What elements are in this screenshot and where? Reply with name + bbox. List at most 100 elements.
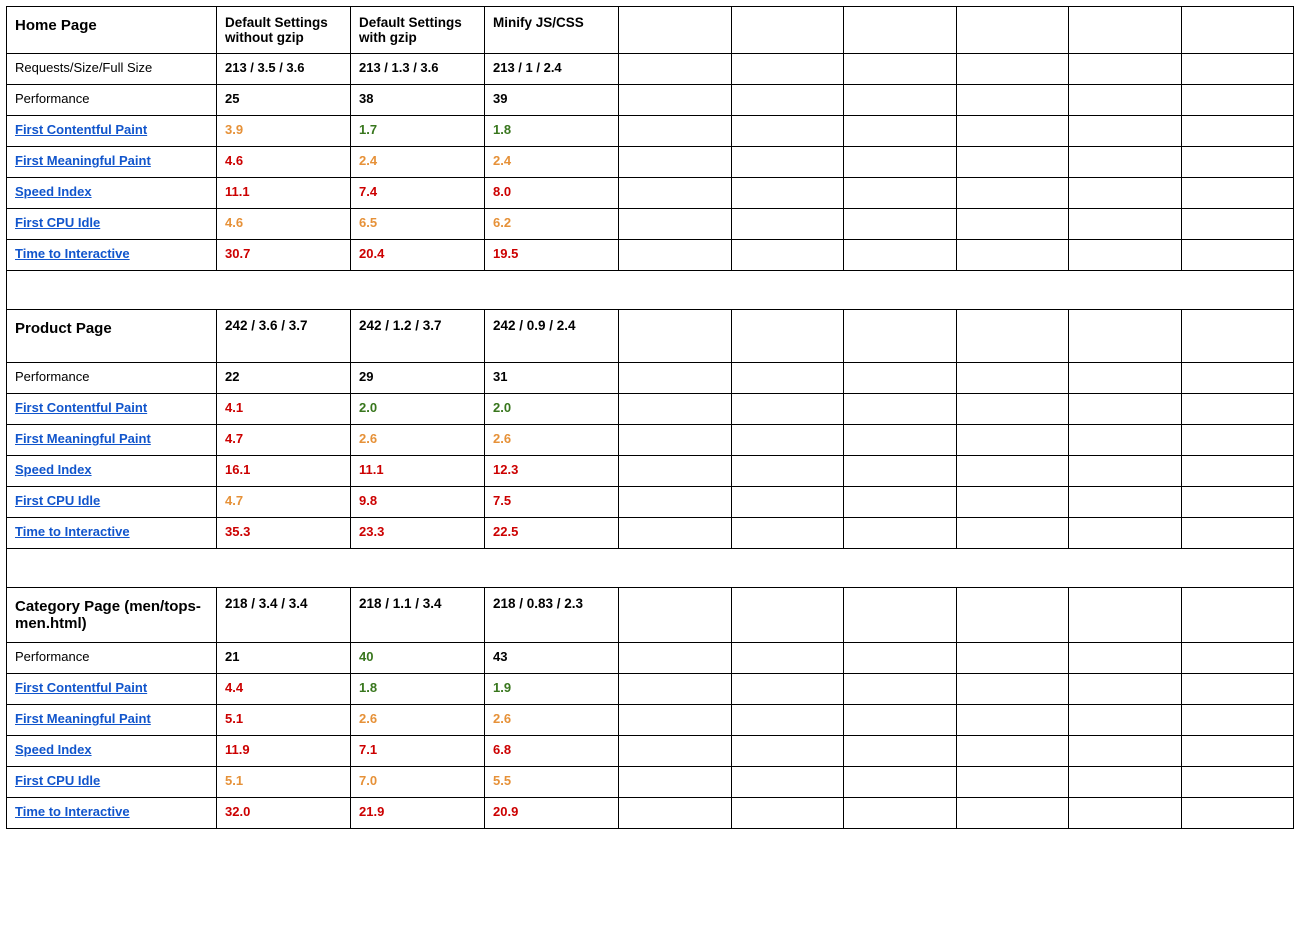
empty-cell <box>844 705 957 736</box>
requests-value: 242 / 0.9 / 2.4 <box>493 318 576 333</box>
empty-cell <box>731 209 844 240</box>
metric-value-cell: 43 <box>485 643 619 674</box>
empty-cell <box>844 209 957 240</box>
metric-row: First Meaningful Paint4.62.42.4 <box>7 147 1294 178</box>
metric-value: 39 <box>493 91 507 106</box>
empty-cell <box>1181 54 1294 85</box>
metric-link[interactable]: First Meaningful Paint <box>15 153 151 168</box>
requests-value: 213 / 1.3 / 3.6 <box>359 60 439 75</box>
metric-value: 29 <box>359 369 373 384</box>
metric-value-cell: 25 <box>217 85 351 116</box>
empty-cell <box>1069 456 1182 487</box>
metric-link[interactable]: Time to Interactive <box>15 804 130 819</box>
metric-value: 9.8 <box>359 493 377 508</box>
empty-cell <box>619 456 732 487</box>
metric-value: 4.4 <box>225 680 243 695</box>
section-title-text: Product Page <box>15 320 112 337</box>
empty-cell <box>1181 767 1294 798</box>
column-header-text: Default Settings with gzip <box>359 15 462 45</box>
spacer-row <box>7 549 1294 588</box>
metric-value: 2.4 <box>359 153 377 168</box>
metric-value-cell: 2.0 <box>351 394 485 425</box>
metric-link[interactable]: First Meaningful Paint <box>15 711 151 726</box>
metric-label-cell: Speed Index <box>7 736 217 767</box>
empty-cell <box>731 240 844 271</box>
metric-value-cell: 2.6 <box>485 425 619 456</box>
metric-value-cell: 11.1 <box>217 178 351 209</box>
metric-value-cell: 4.7 <box>217 487 351 518</box>
metric-link[interactable]: First CPU Idle <box>15 773 100 788</box>
metric-link[interactable]: First Contentful Paint <box>15 400 147 415</box>
performance-row: Performance253839 <box>7 85 1294 116</box>
requests-value: 218 / 1.1 / 3.4 <box>359 596 442 611</box>
metric-value: 4.7 <box>225 493 243 508</box>
metric-link[interactable]: First Contentful Paint <box>15 680 147 695</box>
empty-cell <box>1069 705 1182 736</box>
empty-cell <box>1069 310 1182 363</box>
metric-label-cell: First CPU Idle <box>7 487 217 518</box>
empty-cell <box>844 7 957 54</box>
metric-label-cell: First CPU Idle <box>7 767 217 798</box>
metric-link[interactable]: First Meaningful Paint <box>15 431 151 446</box>
requests-cell: 213 / 1.3 / 3.6 <box>351 54 485 85</box>
metric-link[interactable]: Speed Index <box>15 742 92 757</box>
metric-value: 4.1 <box>225 400 243 415</box>
metric-value: 8.0 <box>493 184 511 199</box>
metric-value: 3.9 <box>225 122 243 137</box>
empty-cell <box>844 425 957 456</box>
metric-link[interactable]: Speed Index <box>15 462 92 477</box>
metric-link[interactable]: Time to Interactive <box>15 524 130 539</box>
empty-cell <box>731 425 844 456</box>
metric-value: 2.6 <box>493 711 511 726</box>
section-header-row: Category Page (men/tops-men.html)218 / 3… <box>7 588 1294 643</box>
metric-value-cell: 35.3 <box>217 518 351 549</box>
metric-value: 1.8 <box>359 680 377 695</box>
metric-row: Speed Index16.111.112.3 <box>7 456 1294 487</box>
empty-cell <box>1181 643 1294 674</box>
metric-value: 11.1 <box>359 462 384 477</box>
metric-link[interactable]: Time to Interactive <box>15 246 130 261</box>
metric-label: Performance <box>15 369 89 384</box>
metric-label-cell: Performance <box>7 643 217 674</box>
metric-row: Time to Interactive35.323.322.5 <box>7 518 1294 549</box>
metric-value: 25 <box>225 91 239 106</box>
metric-value-cell: 39 <box>485 85 619 116</box>
empty-cell <box>619 240 732 271</box>
metric-value-cell: 31 <box>485 363 619 394</box>
metric-link[interactable]: First Contentful Paint <box>15 122 147 137</box>
empty-cell <box>1181 240 1294 271</box>
section-header-row: Product Page242 / 3.6 / 3.7242 / 1.2 / 3… <box>7 310 1294 363</box>
empty-cell <box>619 147 732 178</box>
metric-value: 4.6 <box>225 215 243 230</box>
metric-value-cell: 29 <box>351 363 485 394</box>
metric-value-cell: 22.5 <box>485 518 619 549</box>
requests-cell: 218 / 0.83 / 2.3 <box>485 588 619 643</box>
metric-value-cell: 6.5 <box>351 209 485 240</box>
metric-value: 4.7 <box>225 431 243 446</box>
empty-cell <box>956 7 1069 54</box>
empty-cell <box>844 798 957 829</box>
metric-link[interactable]: First CPU Idle <box>15 215 100 230</box>
metric-row: Speed Index11.17.48.0 <box>7 178 1294 209</box>
empty-cell <box>619 7 732 54</box>
empty-cell <box>619 643 732 674</box>
empty-cell <box>956 705 1069 736</box>
empty-cell <box>956 643 1069 674</box>
empty-cell <box>1181 394 1294 425</box>
metric-value: 6.2 <box>493 215 511 230</box>
metric-value: 1.8 <box>493 122 511 137</box>
empty-cell <box>619 85 732 116</box>
metric-value-cell: 7.0 <box>351 767 485 798</box>
empty-cell <box>956 363 1069 394</box>
empty-cell <box>731 85 844 116</box>
metric-link[interactable]: First CPU Idle <box>15 493 100 508</box>
metric-value-cell: 6.8 <box>485 736 619 767</box>
column-header-cell: Default Settings without gzip <box>217 7 351 54</box>
metric-value: 22.5 <box>493 524 518 539</box>
metric-value-cell: 4.6 <box>217 209 351 240</box>
metric-link[interactable]: Speed Index <box>15 184 92 199</box>
metric-value: 2.0 <box>359 400 377 415</box>
metric-value: 32.0 <box>225 804 250 819</box>
metric-value: 38 <box>359 91 373 106</box>
empty-cell <box>844 310 957 363</box>
